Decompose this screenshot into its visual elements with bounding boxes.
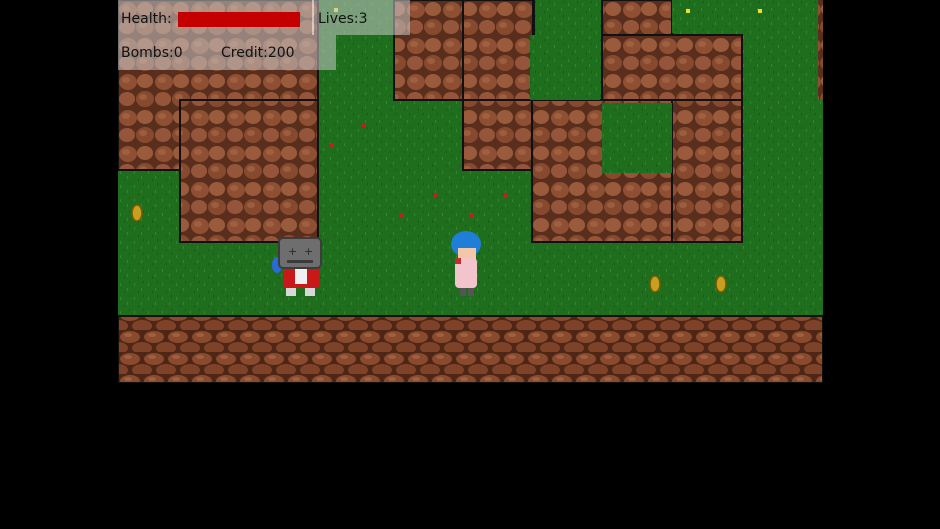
credit-label-text: Credit: bbox=[221, 45, 268, 61]
player-fringe-icon bbox=[458, 240, 480, 248]
player-leg-icon bbox=[460, 288, 466, 296]
enemy-helmet-icon bbox=[278, 237, 322, 269]
enemy-belt-icon bbox=[295, 268, 307, 284]
lives-label-text: Lives: bbox=[318, 11, 359, 27]
rock-block bbox=[818, 0, 823, 100]
game-viewport[interactable]: + + Health: Lives:3 Bombs:0 Credit:200 bbox=[118, 0, 823, 383]
health-bar bbox=[178, 12, 300, 27]
bombs-value: 0 bbox=[173, 45, 183, 61]
grass-patch bbox=[530, 35, 600, 100]
hud-divider bbox=[312, 0, 314, 35]
enemy-eye-icon: + bbox=[288, 245, 297, 258]
gold-coin-icon bbox=[131, 204, 143, 222]
red-flower bbox=[504, 194, 508, 198]
red-flower bbox=[433, 193, 437, 197]
gold-coin-icon bbox=[715, 275, 727, 293]
enemy-eye-icon: + bbox=[304, 245, 313, 258]
player-scarf-icon bbox=[455, 258, 461, 264]
grass-patch bbox=[743, 0, 818, 320]
enemy-leg-icon bbox=[286, 288, 296, 296]
credit-value: 200 bbox=[267, 45, 295, 61]
red-flower bbox=[330, 144, 334, 148]
yellow-flower bbox=[758, 9, 762, 13]
grass-patch bbox=[118, 172, 178, 320]
lives-value: 3 bbox=[358, 11, 368, 27]
red-flower bbox=[362, 123, 366, 127]
bombs-label: Bombs:0 bbox=[121, 45, 183, 61]
gold-coin-icon bbox=[649, 275, 661, 293]
health-bar-track bbox=[178, 12, 300, 27]
player-leg-icon bbox=[468, 288, 474, 296]
health-label: Health: bbox=[121, 11, 172, 27]
rock-block bbox=[601, 34, 743, 101]
bombs-label-text: Bombs: bbox=[121, 45, 174, 61]
cobble-wall bbox=[118, 315, 823, 383]
credit-label: Credit:200 bbox=[221, 45, 295, 61]
rock-block bbox=[179, 99, 319, 243]
enemy-leg-icon bbox=[305, 288, 315, 296]
yellow-flower bbox=[686, 9, 690, 13]
lives-label: Lives:3 bbox=[318, 11, 368, 27]
grass-patch bbox=[602, 103, 672, 173]
red-flower bbox=[470, 214, 474, 218]
enemy-visor-icon bbox=[287, 260, 313, 263]
red-flower bbox=[400, 213, 404, 217]
